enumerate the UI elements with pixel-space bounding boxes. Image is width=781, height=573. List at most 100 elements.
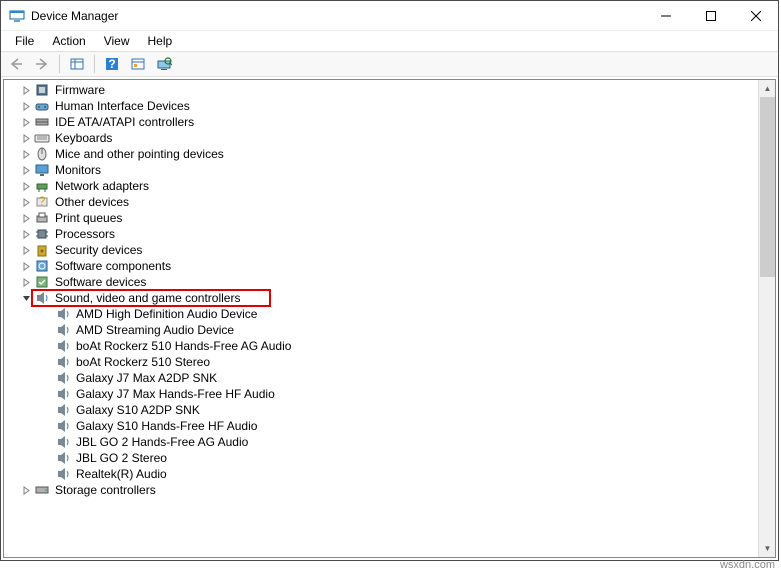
menu-file[interactable]: File	[7, 32, 42, 50]
scan-hardware-button[interactable]	[153, 53, 175, 75]
expander-icon[interactable]	[22, 150, 33, 159]
sound-icon	[54, 370, 74, 386]
keyboard-icon	[33, 130, 53, 146]
menu-help[interactable]: Help	[140, 32, 181, 50]
menu-view[interactable]: View	[96, 32, 138, 50]
back-button[interactable]	[5, 53, 27, 75]
window-title: Device Manager	[31, 9, 643, 23]
expander-icon[interactable]	[22, 118, 33, 127]
menubar: File Action View Help	[1, 31, 778, 51]
tree-device[interactable]: AMD Streaming Audio Device	[4, 322, 758, 338]
sound-icon	[54, 306, 74, 322]
scroll-thumb[interactable]	[760, 97, 775, 277]
tree-device[interactable]: JBL GO 2 Hands-Free AG Audio	[4, 434, 758, 450]
tree-category[interactable]: Other devices	[4, 194, 758, 210]
tree-category[interactable]: Security devices	[4, 242, 758, 258]
tree-category[interactable]: Mice and other pointing devices	[4, 146, 758, 162]
sound-icon	[54, 386, 74, 402]
minimize-button[interactable]	[643, 1, 688, 30]
help-button[interactable]: ?	[101, 53, 123, 75]
expander-icon[interactable]	[22, 86, 33, 95]
menu-action[interactable]: Action	[44, 32, 93, 50]
printq-icon	[33, 210, 53, 226]
expander-icon[interactable]	[22, 102, 33, 111]
tree-label: Software devices	[53, 275, 148, 289]
other-icon	[33, 194, 53, 210]
tree-label: Firmware	[53, 83, 107, 97]
expander-icon[interactable]	[22, 230, 33, 239]
tree-device[interactable]: boAt Rockerz 510 Hands-Free AG Audio	[4, 338, 758, 354]
tree-category[interactable]: Human Interface Devices	[4, 98, 758, 114]
expander-icon[interactable]	[22, 262, 33, 271]
tree-category[interactable]: Processors	[4, 226, 758, 242]
tree-category[interactable]: Network adapters	[4, 178, 758, 194]
scroll-down-icon[interactable]: ▼	[759, 540, 776, 557]
tree-device[interactable]: boAt Rockerz 510 Stereo	[4, 354, 758, 370]
tree-category[interactable]: Firmware	[4, 82, 758, 98]
tree-category[interactable]: IDE ATA/ATAPI controllers	[4, 114, 758, 130]
toolbar-separator	[59, 55, 60, 73]
sound-icon	[54, 322, 74, 338]
sound-icon	[54, 354, 74, 370]
tree-label: Galaxy S10 A2DP SNK	[74, 403, 202, 417]
storage-icon	[33, 482, 53, 498]
show-hide-tree-button[interactable]	[66, 53, 88, 75]
sound-icon	[54, 450, 74, 466]
toolbar: ?	[1, 51, 778, 77]
ide-icon	[33, 114, 53, 130]
tree-label: AMD High Definition Audio Device	[74, 307, 259, 321]
tree-device[interactable]: Galaxy J7 Max A2DP SNK	[4, 370, 758, 386]
tree-device[interactable]: Galaxy J7 Max Hands-Free HF Audio	[4, 386, 758, 402]
tree-device[interactable]: AMD High Definition Audio Device	[4, 306, 758, 322]
app-icon	[9, 8, 25, 24]
expander-icon[interactable]	[22, 246, 33, 255]
tree-label: Galaxy S10 Hands-Free HF Audio	[74, 419, 259, 433]
svg-text:?: ?	[108, 57, 115, 71]
tree-label: Galaxy J7 Max Hands-Free HF Audio	[74, 387, 277, 401]
content-pane: Firmware Human Interface DevicesIDE ATA/A…	[3, 79, 776, 558]
vertical-scrollbar[interactable]: ▲ ▼	[758, 80, 775, 557]
cpu-icon	[33, 226, 53, 242]
tree-label: Human Interface Devices	[53, 99, 192, 113]
tree-label: boAt Rockerz 510 Stereo	[74, 355, 212, 369]
expander-icon[interactable]	[22, 294, 33, 303]
tree-label: Software components	[53, 259, 173, 273]
tree-label: AMD Streaming Audio Device	[74, 323, 236, 337]
expander-icon[interactable]	[22, 198, 33, 207]
tree-category[interactable]: Storage controllers	[4, 482, 758, 498]
expander-icon[interactable]	[22, 486, 33, 495]
tree-category[interactable]: Sound, video and game controllers	[4, 290, 758, 306]
tree-category[interactable]: Monitors	[4, 162, 758, 178]
properties-button[interactable]	[127, 53, 149, 75]
maximize-button[interactable]	[688, 1, 733, 30]
tree-device[interactable]: Realtek(R) Audio	[4, 466, 758, 482]
expander-icon[interactable]	[22, 214, 33, 223]
device-tree[interactable]: Firmware Human Interface DevicesIDE ATA/A…	[4, 80, 758, 557]
tree-category[interactable]: Software components	[4, 258, 758, 274]
tree-category[interactable]: Print queues	[4, 210, 758, 226]
tree-label: Network adapters	[53, 179, 151, 193]
expander-icon[interactable]	[22, 166, 33, 175]
tree-label: Print queues	[53, 211, 124, 225]
tree-label: Keyboards	[53, 131, 114, 145]
sound-icon	[33, 290, 53, 306]
swdev-icon	[33, 274, 53, 290]
tree-device[interactable]: Galaxy S10 Hands-Free HF Audio	[4, 418, 758, 434]
tree-device[interactable]: JBL GO 2 Stereo	[4, 450, 758, 466]
expander-icon[interactable]	[22, 134, 33, 143]
scroll-up-icon[interactable]: ▲	[759, 80, 776, 97]
tree-category[interactable]: Keyboards	[4, 130, 758, 146]
expander-icon[interactable]	[22, 278, 33, 287]
tree-label: JBL GO 2 Hands-Free AG Audio	[74, 435, 250, 449]
close-button[interactable]	[733, 1, 778, 30]
tree-label: Storage controllers	[53, 483, 158, 497]
expander-icon[interactable]	[22, 182, 33, 191]
tree-category[interactable]: Software devices	[4, 274, 758, 290]
forward-button[interactable]	[31, 53, 53, 75]
firmware-icon	[33, 82, 53, 98]
toolbar-separator	[94, 55, 95, 73]
swcomp-icon	[33, 258, 53, 274]
tree-label: Realtek(R) Audio	[74, 467, 169, 481]
tree-device[interactable]: Galaxy S10 A2DP SNK	[4, 402, 758, 418]
titlebar[interactable]: Device Manager	[1, 1, 778, 31]
